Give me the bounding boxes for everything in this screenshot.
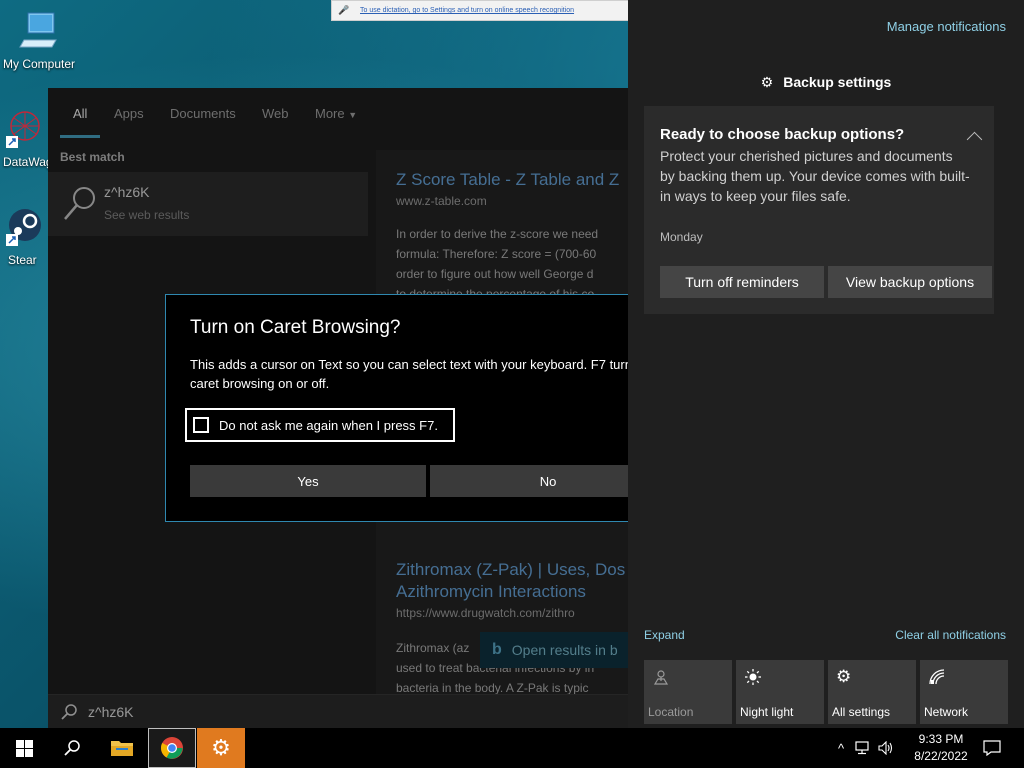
quick-action-all-settings[interactable]: ⚙ All settings — [828, 660, 916, 724]
dialog-title: Turn on Caret Browsing? — [190, 317, 401, 338]
result-snippet-line: formula: Therefore: Z score = (700-60 — [396, 247, 597, 261]
brightness-icon — [745, 669, 761, 685]
network-ethernet-icon[interactable] — [854, 741, 870, 755]
start-button[interactable] — [0, 728, 48, 768]
expand-link[interactable]: Expand — [644, 628, 685, 642]
bing-icon: b — [492, 641, 502, 658]
yes-button[interactable]: Yes — [190, 465, 426, 497]
quick-action-network[interactable]: Network — [920, 660, 1008, 724]
best-match-heading: Best match — [60, 150, 125, 164]
quick-action-label: Location — [648, 705, 694, 719]
best-match-item[interactable]: z^hz6K See web results — [48, 172, 368, 236]
checkbox-box[interactable] — [193, 417, 209, 433]
taskbar: ⚙ ^ 9:33 PM 8/22/2022 — [0, 728, 1024, 768]
best-match-title: z^hz6K — [104, 184, 150, 200]
no-button[interactable]: No — [430, 465, 630, 497]
search-icon — [61, 704, 77, 720]
volume-icon[interactable] — [878, 741, 894, 755]
clear-all-notifications-link[interactable]: Clear all notifications — [895, 628, 1006, 642]
tab-documents[interactable]: Documents — [170, 106, 236, 121]
tab-more-label: More — [315, 106, 345, 121]
tab-more[interactable]: More ▼ — [315, 106, 357, 121]
quick-action-label: Network — [924, 705, 969, 719]
notification-app-name: Backup settings — [783, 74, 892, 90]
notification-icon — [983, 740, 1001, 756]
desktop-icon-my-computer[interactable]: My Computer — [1, 10, 77, 71]
notification-card[interactable]: Ready to choose backup options? Protect … — [644, 106, 994, 314]
dialog-body: This adds a cursor on Text so you can se… — [190, 357, 631, 391]
taskbar-clock[interactable]: 9:33 PM 8/22/2022 — [906, 731, 976, 765]
microphone-icon: 🎤 — [338, 5, 350, 15]
quick-action-night-light[interactable]: Night light — [736, 660, 824, 724]
search-input[interactable]: z^hz6K — [88, 704, 133, 720]
open-results-label: Open results in b — [511, 642, 618, 658]
chevron-up-icon[interactable] — [966, 131, 983, 148]
best-match-subtitle: See web results — [104, 208, 190, 222]
chrome-button[interactable] — [148, 728, 196, 768]
search-tabs: All Apps Documents Web More ▼ — [48, 88, 628, 138]
result-url: www.z-table.com — [396, 194, 487, 208]
result-title[interactable]: Z Score Table - Z Table and Z — [396, 170, 619, 190]
dictation-settings-link[interactable]: To use dictation, go to Settings and tur… — [360, 7, 574, 14]
search-box[interactable]: z^hz6K — [48, 694, 628, 729]
desktop-icon-label: My Computer — [2, 57, 76, 71]
caret-browsing-dialog: Turn on Caret Browsing? This adds a curs… — [165, 294, 631, 522]
notification-date: Monday — [660, 230, 703, 244]
folder-icon — [111, 741, 133, 756]
steam-app-icon — [6, 209, 41, 246]
notification-body: Protect your cherished pictures and docu… — [660, 148, 970, 204]
clock-time: 9:33 PM — [918, 732, 964, 746]
gear-icon: ⚙ — [211, 735, 231, 760]
file-explorer-button[interactable] — [98, 728, 146, 768]
result-snippet-line: In order to derive the z-score we need — [396, 227, 599, 241]
chrome-icon — [161, 737, 183, 759]
turn-off-reminders-button[interactable]: Turn off reminders — [660, 266, 824, 298]
action-center: Manage notifications ⚙ Backup settings Re… — [628, 0, 1024, 728]
notification-heading: Ready to choose backup options? — [660, 126, 905, 143]
tab-web[interactable]: Web — [262, 106, 289, 121]
dont-ask-again-checkbox[interactable]: Do not ask me again when I press F7. — [185, 408, 455, 442]
quick-action-label: Night light — [740, 705, 794, 719]
result-title-continued[interactable]: Azithromycin Interactions — [396, 582, 586, 602]
datawag-app-icon — [6, 111, 40, 148]
settings-taskbar-button[interactable]: ⚙ — [197, 728, 245, 768]
gear-icon: ⚙ — [760, 74, 774, 90]
location-icon — [653, 670, 669, 685]
system-tray: ^ — [838, 728, 894, 768]
search-icon — [64, 187, 95, 220]
result-title[interactable]: Zithromax (Z-Pak) | Uses, Dos — [396, 560, 625, 580]
notification-app-header: ⚙ Backup settings — [628, 74, 1024, 91]
windows-logo-icon — [15, 739, 33, 757]
view-backup-options-button[interactable]: View backup options — [828, 266, 992, 298]
tab-apps[interactable]: Apps — [114, 106, 144, 121]
show-hidden-icons-chevron-icon[interactable]: ^ — [838, 741, 844, 756]
result-url: https://www.drugwatch.com/zithro — [396, 606, 575, 620]
search-button[interactable] — [48, 728, 96, 768]
checkbox-label: Do not ask me again when I press F7. — [219, 417, 438, 433]
search-icon — [64, 740, 80, 756]
computer-icon — [19, 12, 57, 48]
gear-icon: ⚙ — [836, 667, 852, 686]
clock-date: 8/22/2022 — [914, 749, 968, 763]
quick-action-location[interactable]: Location — [644, 660, 732, 724]
manage-notifications-link[interactable]: Manage notifications — [887, 19, 1006, 34]
quick-action-label: All settings — [832, 705, 891, 719]
chevron-down-icon: ▼ — [348, 110, 358, 120]
open-results-in-browser-button[interactable]: b Open results in b — [480, 632, 630, 668]
network-icon — [929, 669, 945, 685]
tab-all[interactable]: All — [73, 106, 87, 121]
result-snippet-line: order to figure out how well George d — [396, 267, 594, 281]
action-center-button[interactable] — [968, 728, 1016, 768]
